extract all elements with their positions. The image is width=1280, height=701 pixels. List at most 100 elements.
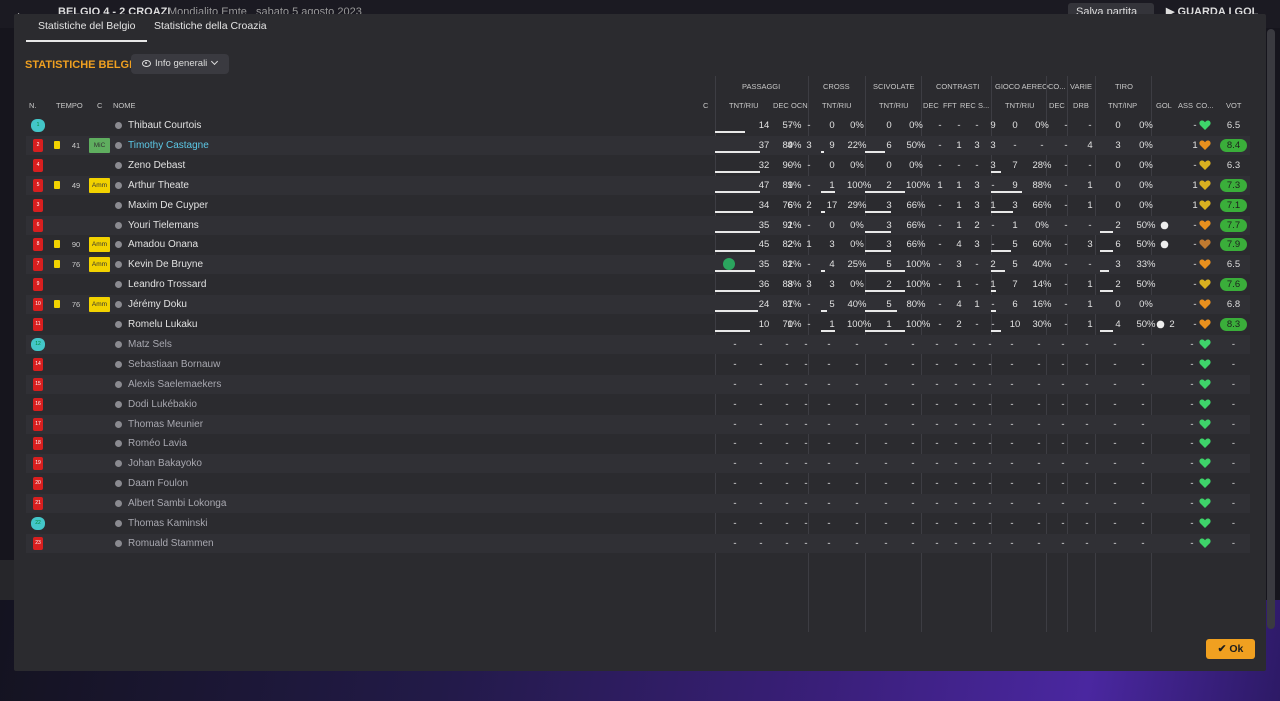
col-tempo[interactable]: TEMPO bbox=[56, 101, 83, 110]
section-title: STATISTICHE BELGIO bbox=[25, 59, 141, 71]
stat-cell: - bbox=[935, 458, 939, 470]
player-name[interactable]: Matz Sels bbox=[128, 339, 172, 350]
stat-cell: 1 bbox=[1087, 279, 1093, 291]
table-row[interactable]: 5 49 Amm Arthur Theate 47 89% 1-1 100% 2 100% 1 1 3-… bbox=[26, 175, 1250, 195]
stat-cell: - bbox=[935, 537, 939, 549]
table-row[interactable]: 18 Roméo Lavia - - - - - - - - - - - - - - - - - - - - bbox=[26, 434, 1250, 453]
table-row[interactable]: 12 Matz Sels - - - - - - - - - - - - - - - - - - - - bbox=[26, 334, 1250, 354]
player-name[interactable]: Romuald Stammen bbox=[128, 538, 214, 549]
col-captain[interactable]: C bbox=[703, 101, 708, 110]
player-name[interactable]: Thomas Meunier bbox=[128, 419, 203, 430]
col-pass-dec[interactable]: DEC bbox=[773, 101, 789, 110]
person-icon bbox=[115, 520, 122, 527]
stat-cell: - bbox=[1085, 438, 1089, 450]
col-sciv-tnt[interactable]: TNT/RIU bbox=[879, 101, 909, 110]
player-name[interactable]: Daam Foulon bbox=[128, 478, 188, 489]
col-vot[interactable]: VOT bbox=[1226, 101, 1241, 110]
view-dropdown[interactable]: Info generali bbox=[131, 54, 229, 74]
table-row[interactable]: 4 Zeno Debast 32 90% - -0 0% 0 0% - - -3 7 28% - -0 0% -6… bbox=[26, 156, 1250, 175]
col-aereo-tnt[interactable]: TNT/RIU bbox=[1005, 101, 1035, 110]
table-row[interactable]: 2 41 MiC Timothy Castagne 37 89% 4 3 9 22% 6 50% -1 3… bbox=[26, 135, 1250, 155]
col-drb[interactable]: DRB bbox=[1073, 101, 1089, 110]
player-name[interactable]: Romelu Lukaku bbox=[128, 319, 197, 330]
scrollbar[interactable] bbox=[1267, 29, 1275, 629]
table-row[interactable]: 21 Albert Sambi Lokonga - - - - - - - - - - - - - - - - - -… bbox=[26, 494, 1250, 514]
match-rating: 6.5 bbox=[1226, 259, 1241, 271]
table-row[interactable]: 9 Leandro Trossard 36 88% 3 3 3 0% 2 100% -1-1 7 14%… bbox=[26, 275, 1250, 294]
col-tiro-tnt[interactable]: TNT/INP bbox=[1108, 101, 1137, 110]
table-row[interactable]: 6 Youri Tielemans 35 91% 2-0 0% 3 66% -1 2-1 0% - -2… bbox=[26, 215, 1250, 235]
stat-cell: - bbox=[1085, 418, 1089, 430]
stat-cell: 3 bbox=[990, 159, 996, 171]
player-name[interactable]: Johan Bakayoko bbox=[128, 458, 202, 469]
table-row[interactable]: 17 Thomas Meunier - - - - - - - - - - - - - - - - - - - - bbox=[26, 414, 1250, 434]
player-name[interactable]: Thomas Kaminski bbox=[128, 518, 207, 529]
col-pass-tnt[interactable]: TNT/RIU bbox=[729, 101, 759, 110]
table-row[interactable]: 19 Johan Bakayoko - - - - - - - - - - - - - - - - - - - - bbox=[26, 454, 1250, 474]
col-n[interactable]: N. bbox=[29, 101, 37, 110]
player-name[interactable]: Dodi Lukébakio bbox=[128, 399, 197, 410]
col-contr-fft[interactable]: FFT bbox=[943, 101, 957, 110]
stat-cell: - bbox=[1037, 478, 1041, 490]
stat-cell: - bbox=[759, 458, 763, 470]
stat-cell: - bbox=[1037, 418, 1041, 430]
stat-cell: 1 bbox=[787, 299, 793, 311]
col-co-dec[interactable]: DEC bbox=[1049, 101, 1065, 110]
condition-heart-icon bbox=[1199, 379, 1211, 389]
stat-cell: - bbox=[972, 518, 976, 529]
player-name[interactable]: Albert Sambi Lokonga bbox=[128, 498, 226, 509]
player-name[interactable]: Amadou Onana bbox=[128, 239, 198, 250]
stat-cell: 17 bbox=[826, 199, 838, 211]
col-contr-rec[interactable]: REC bbox=[960, 101, 976, 110]
player-name[interactable]: Youri Tielemans bbox=[128, 220, 199, 231]
col-ass[interactable]: ASS bbox=[1178, 101, 1193, 110]
col-contr-s[interactable]: S... bbox=[978, 101, 989, 110]
player-name[interactable]: Kevin De Bruyne bbox=[128, 259, 203, 270]
condition-heart-icon bbox=[1199, 438, 1211, 449]
header-passaggi: PASSAGGI bbox=[742, 82, 781, 91]
table-row[interactable]: 11 Romelu Lukaku 10 70% 1-1 100% 1 100% -2- -10 30… bbox=[26, 315, 1250, 334]
col-nome[interactable]: NOME bbox=[113, 101, 136, 110]
table-row[interactable]: 20 Daam Foulon - - - - - - - - - - - - - - - - - - - - bbox=[26, 474, 1250, 493]
stat-cell: - bbox=[1061, 438, 1065, 450]
player-name[interactable]: Alexis Saelemaekers bbox=[128, 379, 221, 390]
player-name[interactable]: Jérémy Doku bbox=[128, 299, 187, 310]
stat-cell: - bbox=[954, 358, 958, 370]
col-gol[interactable]: GOL bbox=[1156, 101, 1172, 110]
col-pass-ocn[interactable]: OCN bbox=[791, 101, 808, 110]
table-row[interactable]: 22 Thomas Kaminski - - - - - - - - - - - - - - - - - - - - bbox=[26, 514, 1250, 533]
table-row[interactable]: 7 76 Amm Kevin De Bruyne 35 82% 1-4 25% 5 100% -3-… bbox=[26, 255, 1250, 275]
table-row[interactable]: 14 Sebastiaan Bornauw - - - - - - - - - - - - - - - - - - - - bbox=[26, 355, 1250, 374]
stat-cell: - bbox=[1061, 518, 1065, 529]
player-name[interactable]: Thibaut Courtois bbox=[128, 120, 201, 131]
player-name[interactable]: Arthur Theate bbox=[128, 180, 189, 191]
stat-cell: - bbox=[1040, 139, 1044, 151]
tab-belgium-stats[interactable]: Statistiche del Belgio bbox=[25, 20, 149, 42]
stat-cell: - bbox=[1037, 338, 1041, 350]
stat-cell: 16% bbox=[1032, 299, 1052, 311]
table-row[interactable]: 8 90 Amm Amadou Onana 45 82% 2 1 3 0% 3 66% -4 3-5 60%… bbox=[26, 235, 1250, 254]
table-row[interactable]: 1 Thibaut Courtois 14 57% - -0 0% 0 0% - - -9 0 0% - -0… bbox=[26, 116, 1250, 135]
player-name[interactable]: Leandro Trossard bbox=[128, 279, 206, 290]
tab-croatia-stats[interactable]: Statistiche della Croazia bbox=[154, 20, 267, 32]
col-contr-dec[interactable]: DEC bbox=[923, 101, 939, 110]
table-row[interactable]: 16 Dodi Lukébakio - - - - - - - - - - - - - - - - - - - - bbox=[26, 395, 1250, 414]
table-row[interactable]: 15 Alexis Saelemaekers - - - - - - - - - - - - - - - - - - -… bbox=[26, 374, 1250, 394]
player-name[interactable]: Sebastiaan Bornauw bbox=[128, 359, 220, 370]
ok-button[interactable]: ✔ Ok bbox=[1206, 639, 1255, 659]
player-name[interactable]: Maxim De Cuyper bbox=[128, 200, 208, 211]
match-rating: - bbox=[1231, 458, 1236, 470]
col-co[interactable]: CO... bbox=[1196, 101, 1214, 110]
table-row[interactable]: 23 Romuald Stammen - - - - - - - - - - - - - - - - - - - - bbox=[26, 533, 1250, 553]
player-name[interactable]: Roméo Lavia bbox=[128, 438, 187, 449]
player-name[interactable]: Zeno Debast bbox=[128, 160, 185, 171]
table-row[interactable]: 3 Maxim De Cuyper 34 76% 6 2 17 29% 3 66% -1 3 1 3 66%… bbox=[26, 196, 1250, 215]
condition-heart-icon bbox=[1199, 418, 1211, 429]
stat-cell: - bbox=[785, 438, 789, 450]
table-row[interactable]: 10 76 Amm Jérémy Doku 24 87% 1-5 40% 5 80% -4 1-6 16… bbox=[26, 295, 1250, 315]
col-cross-tnt[interactable]: TNT/RIU bbox=[822, 101, 852, 110]
col-c[interactable]: C bbox=[97, 101, 102, 110]
stat-cell: - bbox=[911, 518, 915, 529]
player-name[interactable]: Timothy Castagne bbox=[128, 140, 209, 151]
stat-cell: 33% bbox=[1136, 259, 1156, 271]
